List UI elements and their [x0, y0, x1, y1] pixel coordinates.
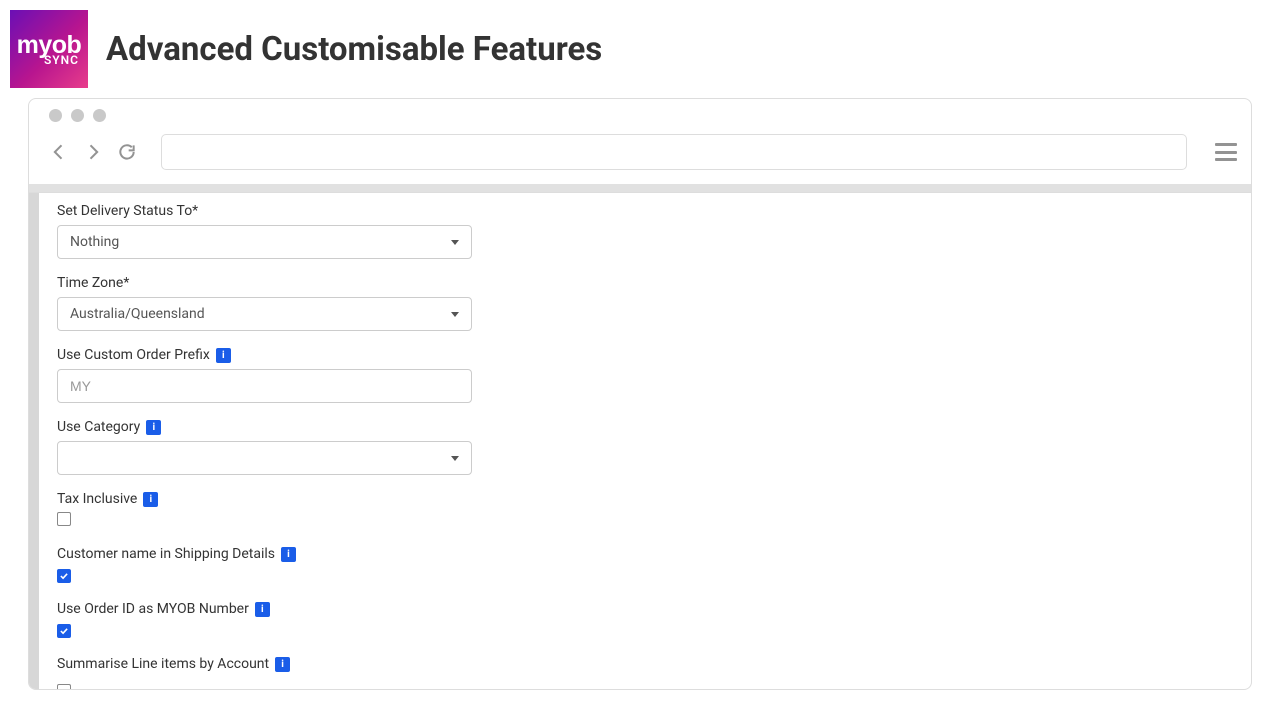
field-summarise-lines: Summarise Line items by Account i [57, 656, 1223, 689]
order-id-myob-label: Use Order ID as MYOB Number [57, 601, 249, 617]
order-id-myob-checkbox[interactable] [57, 624, 71, 638]
tax-inclusive-label: Tax Inclusive [57, 491, 137, 507]
field-custom-prefix: Use Custom Order Prefix i [57, 347, 1223, 403]
use-category-label-row: Use Category i [57, 419, 1223, 435]
info-icon[interactable]: i [255, 602, 270, 617]
field-use-category: Use Category i [57, 419, 1223, 475]
order-id-myob-label-row: Use Order ID as MYOB Number i [57, 601, 1223, 617]
use-category-label: Use Category [57, 419, 140, 435]
delivery-status-select[interactable]: Nothing [57, 225, 472, 259]
form-viewport: Set Delivery Status To* Nothing Time Zon… [29, 192, 1251, 689]
field-order-id-myob: Use Order ID as MYOB Number i [57, 601, 1223, 640]
back-icon[interactable] [49, 142, 69, 162]
info-icon[interactable]: i [143, 492, 158, 507]
left-scroll-gutter[interactable] [29, 193, 39, 689]
tax-inclusive-checkbox[interactable] [57, 512, 71, 526]
myob-sync-logo: myob SYNC [10, 10, 88, 88]
summarise-lines-label: Summarise Line items by Account [57, 656, 269, 672]
time-zone-select[interactable]: Australia/Queensland [57, 297, 472, 331]
window-dot-maximize[interactable] [93, 109, 106, 122]
settings-form: Set Delivery Status To* Nothing Time Zon… [39, 193, 1251, 689]
dropdown-caret-icon [451, 240, 459, 245]
field-customer-name-shipping: Customer name in Shipping Details i [57, 546, 1223, 585]
summarise-lines-checkbox[interactable] [57, 684, 71, 689]
dropdown-caret-icon [451, 312, 459, 317]
info-icon[interactable]: i [216, 348, 231, 363]
field-time-zone: Time Zone* Australia/Queensland [57, 275, 1223, 331]
logo-text-bottom: SYNC [44, 54, 88, 66]
browser-chrome [29, 99, 1251, 176]
use-category-select[interactable] [57, 441, 472, 475]
delivery-status-value: Nothing [70, 234, 119, 250]
customer-name-shipping-label-row: Customer name in Shipping Details i [57, 546, 1223, 562]
field-tax-inclusive: Tax Inclusive i [57, 491, 1223, 530]
window-dots [49, 109, 1237, 122]
custom-prefix-label: Use Custom Order Prefix [57, 347, 210, 363]
dropdown-caret-icon [451, 456, 459, 461]
info-icon[interactable]: i [281, 547, 296, 562]
tax-inclusive-label-row: Tax Inclusive i [57, 491, 1223, 507]
summarise-lines-label-row: Summarise Line items by Account i [57, 656, 1223, 672]
field-delivery-status: Set Delivery Status To* Nothing [57, 203, 1223, 259]
custom-prefix-input[interactable] [57, 369, 472, 403]
delivery-status-label: Set Delivery Status To* [57, 203, 1223, 219]
forward-icon[interactable] [83, 142, 103, 162]
page-header: myob SYNC Advanced Customisable Features [0, 0, 1280, 98]
customer-name-shipping-label: Customer name in Shipping Details [57, 546, 275, 562]
url-input[interactable] [161, 134, 1187, 170]
browser-mockup-frame: Set Delivery Status To* Nothing Time Zon… [28, 98, 1252, 690]
page-title: Advanced Customisable Features [106, 30, 602, 69]
info-icon[interactable]: i [275, 657, 290, 672]
window-dot-minimize[interactable] [71, 109, 84, 122]
time-zone-label: Time Zone* [57, 275, 1223, 291]
info-icon[interactable]: i [146, 420, 161, 435]
browser-toolbar [49, 134, 1237, 170]
window-dot-close[interactable] [49, 109, 62, 122]
hamburger-menu-icon[interactable] [1215, 143, 1237, 161]
browser-top-shadow [29, 184, 1251, 192]
reload-icon[interactable] [117, 142, 137, 162]
custom-prefix-label-row: Use Custom Order Prefix i [57, 347, 1223, 363]
customer-name-shipping-checkbox[interactable] [57, 569, 71, 583]
time-zone-value: Australia/Queensland [70, 306, 205, 322]
